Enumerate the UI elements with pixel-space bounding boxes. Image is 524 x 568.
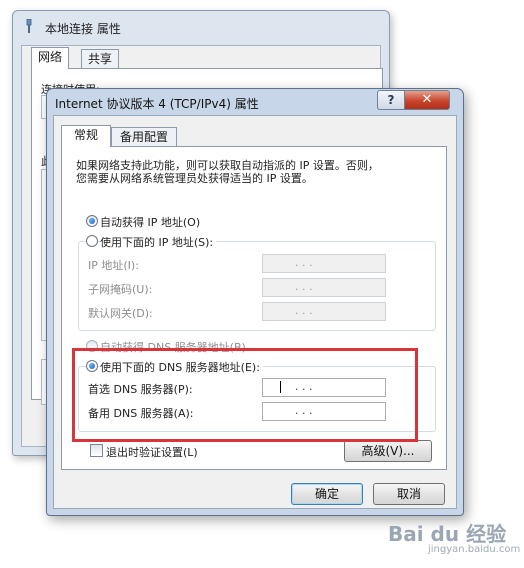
auto-ip-label[interactable]: 自动获得 IP 地址(O) [100, 214, 200, 230]
subnet-mask-input[interactable]: . . . [262, 278, 386, 297]
manual-ip-label[interactable]: 使用下面的 IP 地址(S): [100, 234, 217, 250]
ip-address-label: IP 地址(I): [88, 259, 139, 272]
tab-sharing[interactable]: 共享 [81, 49, 120, 68]
baidu-watermark: Bai du 经验 jingyan.baidu.com [388, 518, 521, 562]
advanced-button[interactable]: 高级(V)... [344, 440, 432, 462]
default-gateway-label: 默认网关(D): [88, 307, 153, 320]
subnet-mask-dots: . . . [295, 280, 313, 293]
auto-ip-radio[interactable] [86, 215, 98, 227]
subnet-mask-label: 子网掩码(U): [88, 283, 153, 296]
tcpipv4-properties-dialog: Internet 协议版本 4 (TCP/IPv4) 属性 ? ✕ 常规 备用配… [46, 88, 464, 516]
validate-on-exit-checkbox[interactable] [90, 444, 103, 457]
network-connection-icon [26, 19, 32, 33]
validate-on-exit-label[interactable]: 退出时验证设置(L) [106, 444, 198, 460]
ip-address-input[interactable]: . . . [262, 254, 386, 273]
ok-button[interactable]: 确定 [291, 483, 363, 505]
tab-network[interactable]: 网络 [31, 47, 70, 69]
tab-alternate-configuration[interactable]: 备用配置 [111, 127, 177, 146]
default-gateway-input[interactable]: . . . [262, 302, 386, 321]
close-icon: ✕ [421, 92, 433, 107]
background-window-title: 本地连接 属性 [45, 22, 121, 36]
watermark-url: jingyan.baidu.com [428, 544, 521, 555]
close-button[interactable]: ✕ [404, 90, 450, 110]
default-gateway-dots: . . . [295, 304, 313, 317]
dns-highlight-annotation [72, 348, 418, 442]
ip-address-dots: . . . [295, 256, 313, 269]
watermark-logo-text: Bai du 经验 [388, 522, 507, 546]
tab-general[interactable]: 常规 [61, 125, 111, 147]
help-button[interactable]: ? [377, 90, 405, 110]
dialog-title: Internet 协议版本 4 (TCP/IPv4) 属性 [55, 97, 259, 111]
manual-ip-radio[interactable] [86, 235, 98, 247]
cancel-button[interactable]: 取消 [373, 483, 445, 505]
description-line-2: 您需要从网络系统管理员处获得适当的 IP 设置。 [76, 172, 313, 185]
